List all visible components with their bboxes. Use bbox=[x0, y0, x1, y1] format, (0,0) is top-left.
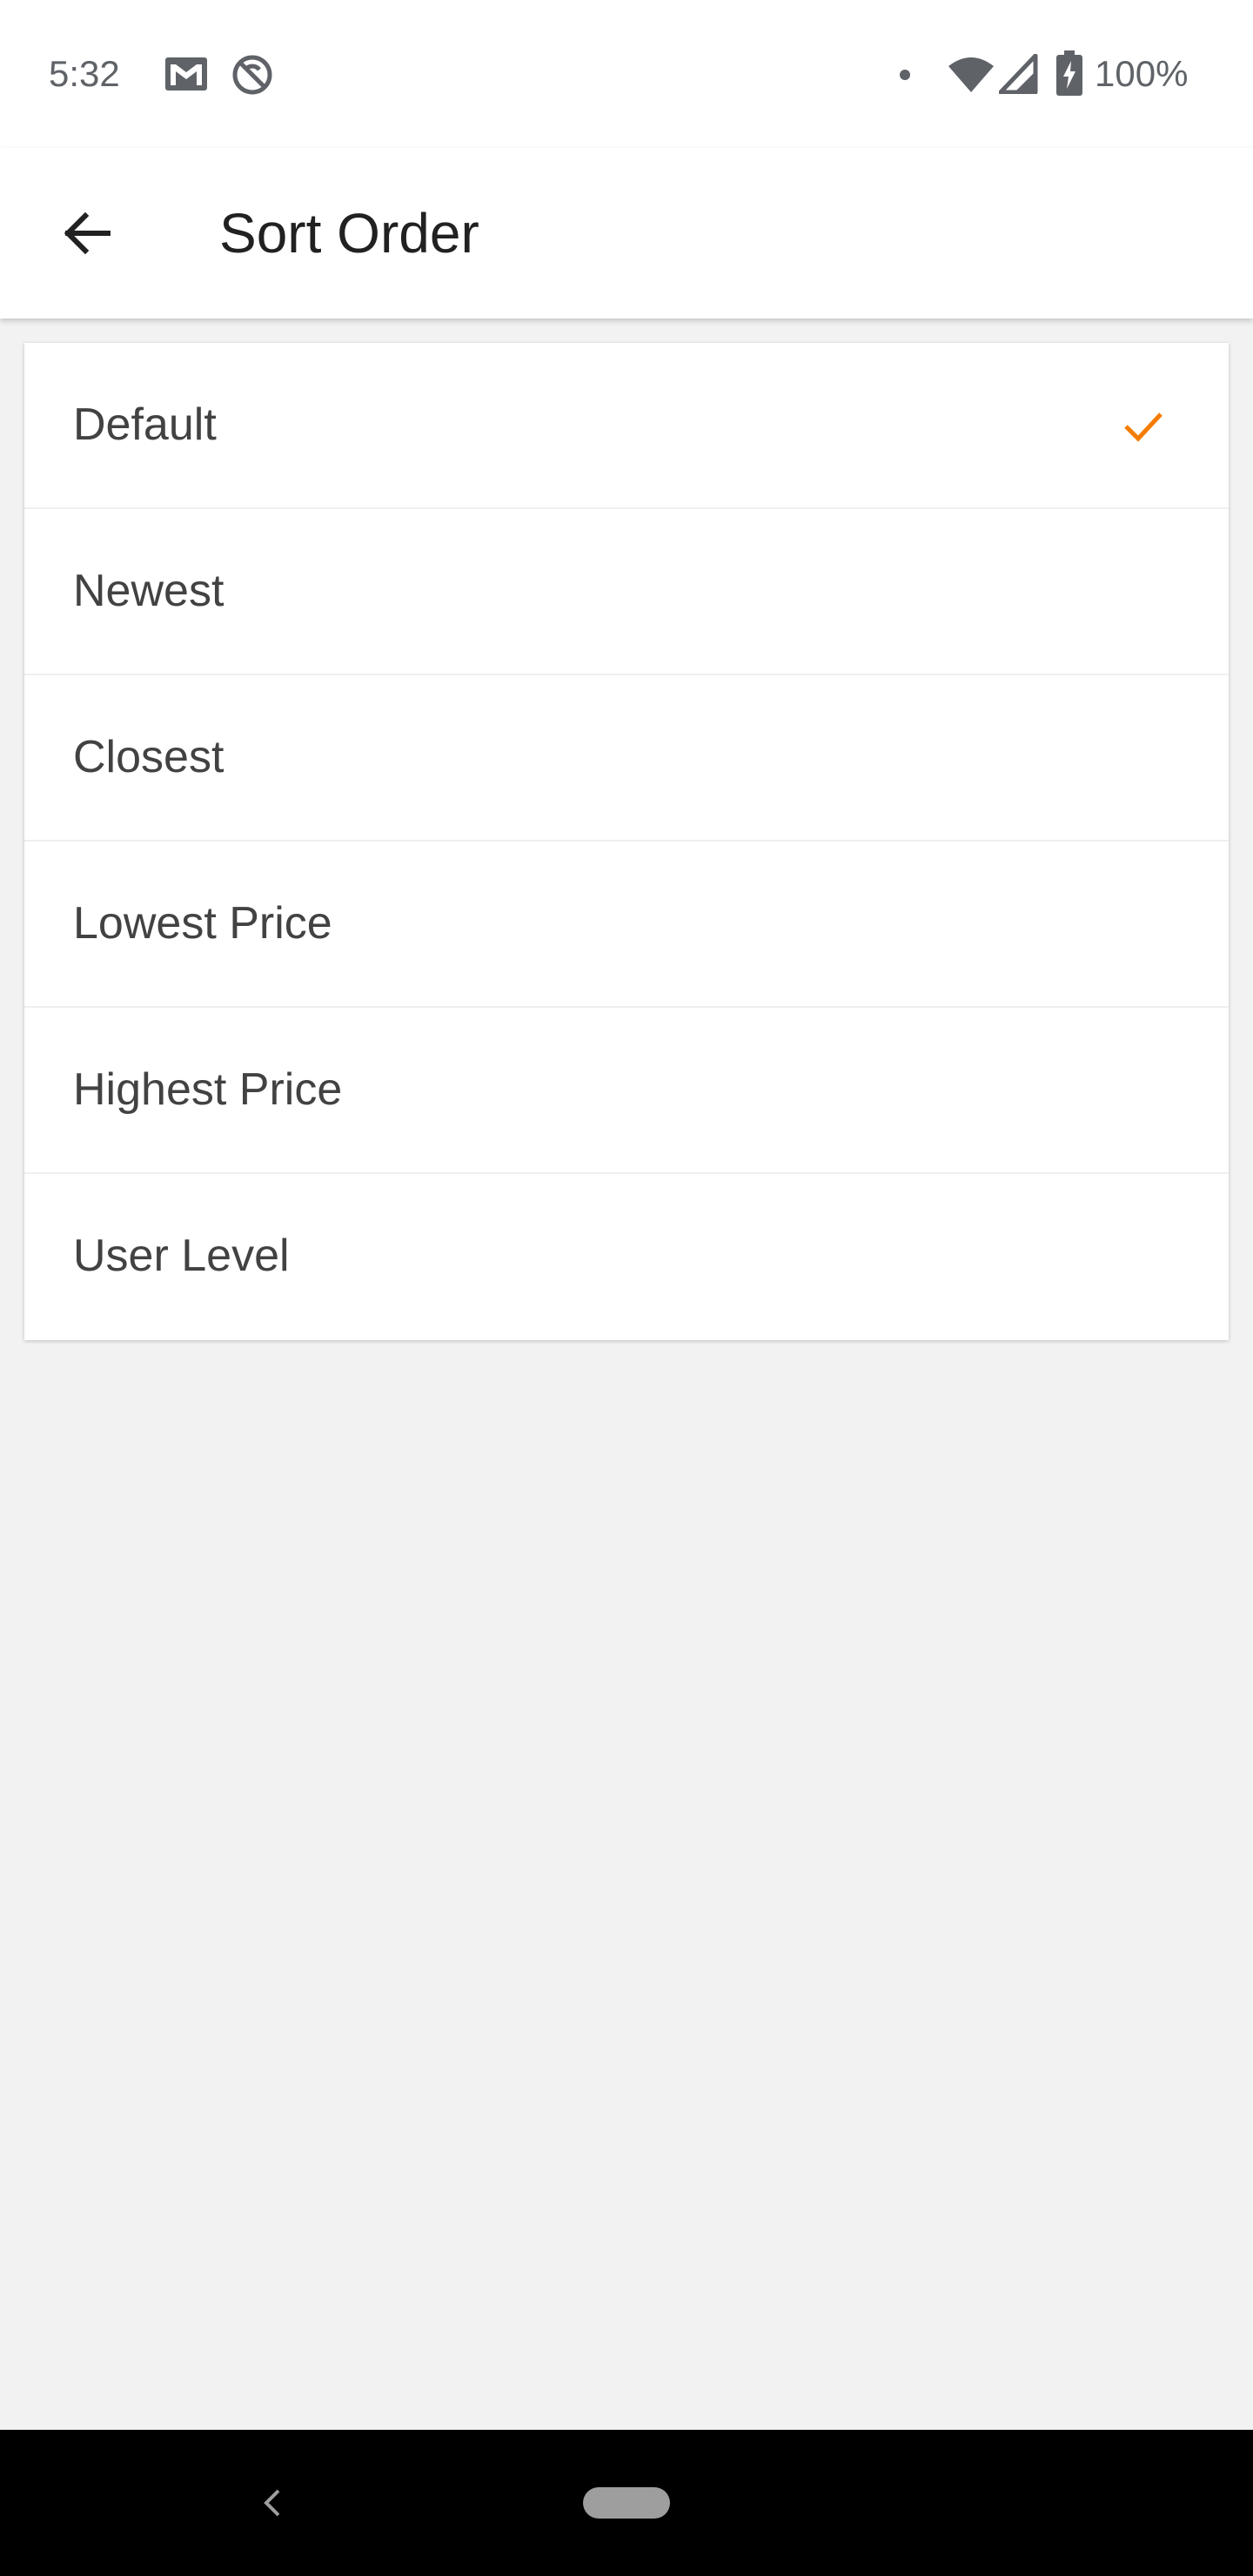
signal-icon bbox=[999, 54, 1038, 94]
home-pill-icon[interactable] bbox=[583, 2487, 670, 2519]
sort-option-label: Lowest Price bbox=[73, 898, 332, 949]
sort-option-label: User Level bbox=[73, 1231, 290, 1281]
battery-charging-icon bbox=[1056, 50, 1082, 96]
sort-option-label: Default bbox=[73, 399, 217, 450]
notification-dot-icon bbox=[900, 70, 910, 80]
battery-percentage: 100% bbox=[1095, 53, 1189, 94]
sort-option-user-level[interactable]: User Level bbox=[24, 1174, 1229, 1340]
status-time: 5:32 bbox=[49, 53, 120, 94]
sort-options-list: Default Newest Closest Lowest Price High… bbox=[24, 343, 1229, 1340]
sort-option-closest[interactable]: Closest bbox=[24, 675, 1229, 842]
gmail-icon bbox=[165, 57, 207, 91]
page-title: Sort Order bbox=[219, 202, 479, 265]
wifi-icon bbox=[948, 57, 994, 92]
back-button[interactable] bbox=[42, 188, 132, 278]
arrow-back-icon bbox=[64, 211, 111, 255]
sort-option-highest-price[interactable]: Highest Price bbox=[24, 1008, 1229, 1174]
sort-option-default[interactable]: Default bbox=[24, 343, 1229, 509]
sort-option-label: Highest Price bbox=[73, 1064, 343, 1115]
app-bar: Sort Order bbox=[0, 148, 1253, 319]
status-bar: 5:32 100% bbox=[0, 0, 1253, 148]
nav-back-icon[interactable] bbox=[247, 2477, 299, 2529]
check-icon bbox=[1124, 413, 1163, 442]
sort-option-newest[interactable]: Newest bbox=[24, 509, 1229, 675]
sync-disabled-icon bbox=[232, 55, 272, 95]
sort-option-label: Newest bbox=[73, 566, 224, 616]
system-nav-bar bbox=[0, 2430, 1253, 2576]
sort-option-lowest-price[interactable]: Lowest Price bbox=[24, 842, 1229, 1008]
sort-option-label: Closest bbox=[73, 732, 224, 782]
